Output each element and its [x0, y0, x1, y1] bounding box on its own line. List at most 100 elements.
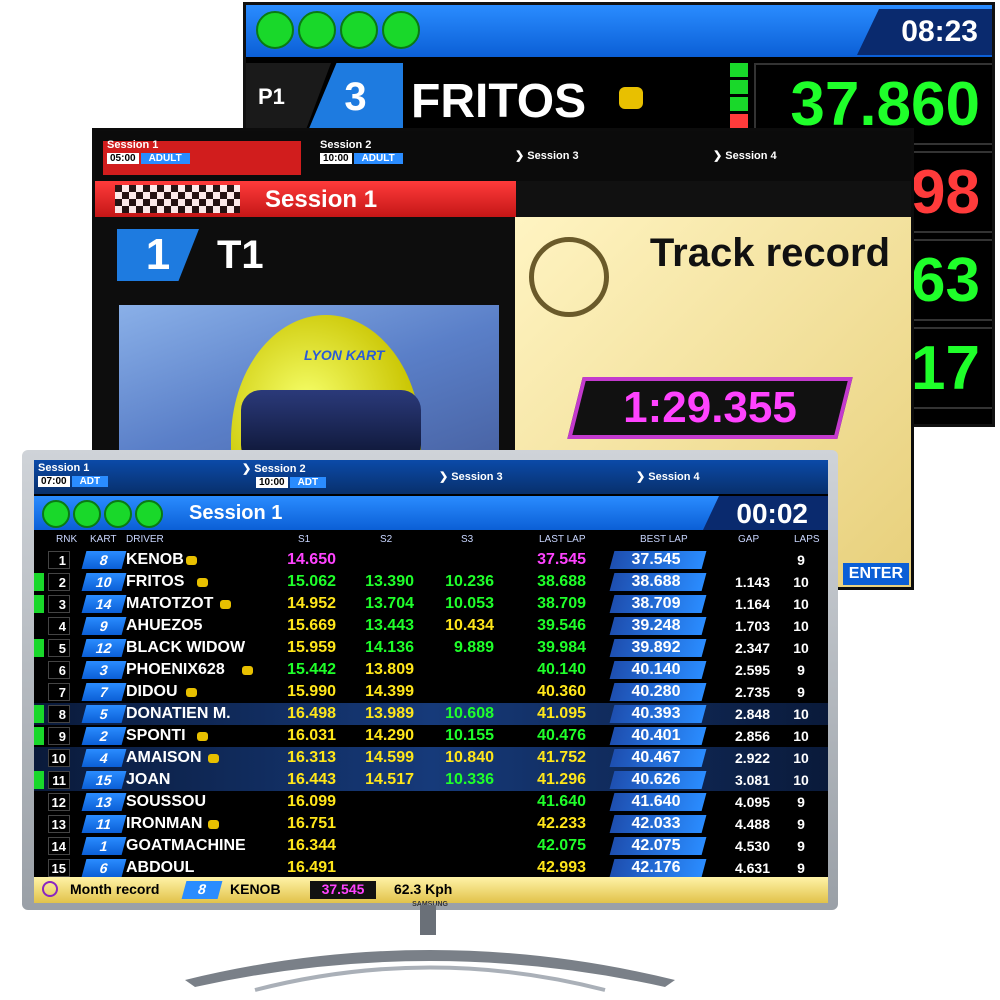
cell-kart: 14 [81, 595, 127, 613]
stand-reflection [254, 965, 606, 992]
steering-wheel-icon [219, 600, 231, 609]
cell-rnk: 8 [48, 705, 70, 723]
cell-last: 42.233 [537, 815, 586, 832]
col-s1: S1 [298, 534, 311, 545]
cell-best: 39.248 [631, 617, 681, 634]
record-time: 37.545 [310, 881, 376, 899]
table-row: 10 4 AMAISON 16.313 14.599 10.840 41.752 40.467… [34, 747, 828, 769]
session-title: Session 1 [189, 502, 283, 524]
cell-driver: AHUEZO5 [126, 617, 203, 634]
cell-last: 39.984 [537, 639, 586, 656]
steering-wheel-icon [242, 666, 253, 675]
leader-name: T1 [217, 233, 264, 277]
tab-label: ❯ Session 4 [713, 150, 777, 162]
tab-time: 10:00 [256, 477, 288, 488]
helmet-text: LYON KART [304, 347, 385, 363]
cell-s3: 10.236 [445, 573, 494, 590]
table-row: 1 8 KENOB 14.650 37.545 37.545 9 [34, 549, 828, 571]
cell-s1: 16.443 [287, 771, 336, 788]
cell-best: 40.467 [631, 749, 681, 766]
tab-time: 07:00 [38, 476, 70, 487]
cell-last: 42.075 [537, 837, 586, 854]
cell-rnk: 5 [48, 639, 70, 657]
position-change-icon [34, 595, 44, 613]
cell-rnk: 12 [48, 793, 70, 811]
cell-s1: 15.959 [287, 639, 336, 656]
cell-kart: 4 [81, 749, 127, 767]
cell-driver: AMAISON [126, 749, 202, 766]
tab-time: 10:00 [320, 153, 352, 164]
cell-laps: 10 [793, 728, 809, 744]
track-record-time: 1:29.355 [623, 383, 797, 432]
cell-kart: 11 [81, 815, 127, 833]
tv-status-lights [42, 500, 163, 528]
progress-segment [730, 97, 748, 111]
track-record-title: Track record [649, 231, 891, 275]
cell-rnk: 9 [48, 727, 70, 745]
green-light-icon [256, 11, 294, 49]
tv-header: Session 1 00:02 [34, 496, 828, 530]
cell-s2: 13.443 [365, 617, 414, 634]
cell-rnk: 3 [48, 595, 70, 613]
tab-tag: ADT [71, 476, 109, 487]
cell-best: 40.626 [631, 771, 681, 788]
month-record-bar: Month record 8 KENOB 37.545 62.3 Kph [34, 877, 828, 903]
stopwatch-icon [42, 881, 58, 897]
cell-gap: 2.848 [734, 706, 770, 722]
cell-laps: 10 [793, 574, 809, 590]
steering-wheel-icon [619, 87, 643, 109]
cell-laps: 9 [797, 662, 805, 678]
tab-session-1[interactable]: Session 1 07:00 ADT [38, 462, 109, 496]
col-s2: S2 [380, 534, 393, 545]
cell-s2: 13.390 [365, 573, 414, 590]
back-driver-row: P1 3 FRITOS [246, 63, 726, 131]
cell-s3: 9.889 [453, 639, 494, 656]
cell-last: 41.095 [537, 705, 586, 722]
stand-neck [420, 905, 436, 935]
cell-laps: 10 [793, 750, 809, 766]
cell-gap: 2.735 [734, 684, 770, 700]
cell-kart: 7 [81, 683, 127, 701]
steering-wheel-icon [208, 754, 220, 763]
tab-session-1[interactable]: Session 1 05:00 ADULT [107, 139, 190, 173]
cell-rnk: 6 [48, 661, 70, 679]
cell-rnk: 14 [48, 837, 70, 855]
middle-session-tabs: Session 1 05:00 ADULT Session 2 10:00 ADUL… [95, 131, 911, 181]
green-light-icon [298, 11, 336, 49]
tab-session-2[interactable]: Session 2 10:00 ADULT [320, 139, 403, 173]
table-row: 13 11 IRONMAN 16.751 42.233 42.033 4.488 9 [34, 813, 828, 835]
cell-kart: 9 [81, 617, 127, 635]
tab-label: Session 1 [38, 462, 90, 474]
cell-driver: SOUSSOU [126, 793, 207, 810]
leader-rank: 1 [117, 229, 199, 281]
cell-last: 42.993 [537, 859, 586, 876]
tab-session-4[interactable]: ❯ Session 4 [713, 149, 777, 183]
session-title-bar: Session 1 [95, 181, 516, 217]
table-row: 4 9 AHUEZO5 15.669 13.443 10.434 39.546 39.248 1… [34, 615, 828, 637]
cell-best: 40.280 [631, 683, 681, 700]
cell-driver: IRONMAN [126, 815, 203, 832]
cell-s1: 16.099 [287, 793, 336, 810]
center-label: ENTER [842, 563, 909, 585]
back-status-lights [256, 11, 420, 49]
cell-laps: 9 [797, 860, 805, 876]
cell-driver: DIDOU [126, 683, 178, 700]
table-row: 7 7 DIDOU 15.990 14.399 40.360 40.280 2.735 9 [34, 681, 828, 703]
cell-gap: 1.143 [734, 574, 770, 590]
tab-label: ❯ Session 3 [515, 150, 579, 162]
cell-gap: 4.530 [734, 838, 770, 854]
cell-s1: 15.990 [287, 683, 336, 700]
tab-time: 05:00 [107, 153, 139, 164]
tab-session-3[interactable]: ❯ Session 3 [515, 149, 579, 183]
progress-segment [730, 114, 748, 128]
green-light-icon [73, 500, 101, 528]
record-speed: 62.3 Kph [394, 881, 453, 897]
tab-label-text: Session 4 [648, 471, 700, 483]
column-headers: RNK KART DRIVER S1 S2 S3 LAST LAP BEST L… [34, 532, 828, 548]
tab-session-2[interactable]: ❯ Session 2 10:00 ADT [242, 462, 327, 496]
cell-driver: ABDOUL [126, 859, 195, 876]
col-gap: GAP [738, 534, 760, 545]
table-row: 11 15 JOAN 16.443 14.517 10.336 41.296 40.626 3.… [34, 769, 828, 791]
cell-last: 38.688 [537, 573, 586, 590]
cell-kart: 8 [81, 551, 127, 569]
